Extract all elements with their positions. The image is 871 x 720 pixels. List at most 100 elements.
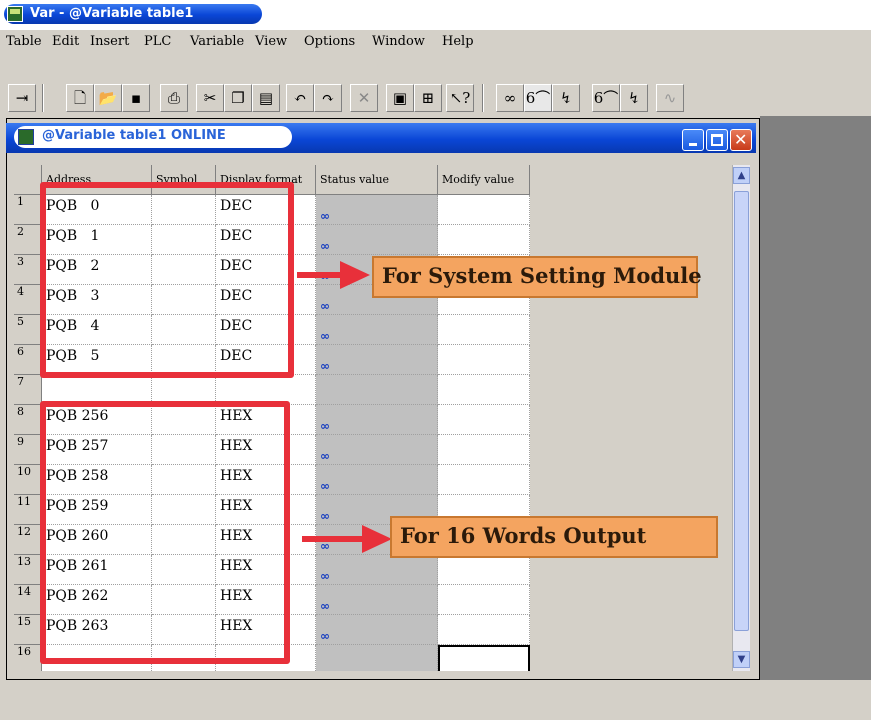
open-icon[interactable]: 📂 [94,84,122,112]
disabled-icon: ∿ [656,84,684,112]
glasses-icon: ∞ [320,629,330,643]
row-number[interactable]: 4 [14,285,42,315]
highlight-box-system [40,182,294,378]
modify-cell[interactable] [438,555,530,585]
status-cell[interactable]: ∞ [316,435,438,465]
glasses-icon[interactable]: ∞ [496,84,524,112]
delete-icon[interactable]: ✕ [350,84,378,112]
glasses-icon: ∞ [320,479,330,493]
print-icon[interactable]: ⎙ [160,84,188,112]
toolbar: ⇥ 🗋 📂 ▪ ⎙ ✂ ❐ ▤ ↶ ↷ ✕ ▣ ⊞ ↖? ∞ 6⌒ ↯ 6⌒ ↯… [0,54,871,116]
modify-cell[interactable] [438,585,530,615]
paste-icon[interactable]: ▤ [252,84,280,112]
copy-icon[interactable]: ❐ [224,84,252,112]
row-number[interactable]: 12 [14,525,42,555]
menu-variable[interactable]: Variable [190,34,244,49]
glasses-icon: ∞ [320,359,330,373]
row-number[interactable]: 6 [14,345,42,375]
modify-trigger-icon[interactable]: ↯ [620,84,648,112]
redo-icon[interactable]: ↷ [314,84,342,112]
row-number[interactable]: 3 [14,255,42,285]
arrow-output [302,536,364,542]
modify-cell[interactable] [438,435,530,465]
menu-table[interactable]: Table [6,34,42,49]
glasses-icon: ∞ [320,449,330,463]
cut-icon[interactable]: ✂ [196,84,224,112]
status-cell[interactable]: ∞ [316,405,438,435]
status-cell[interactable] [316,645,438,671]
glasses-icon: ∞ [320,299,330,313]
menu-insert[interactable]: Insert [90,34,129,49]
highlight-box-output [40,401,290,664]
menu-plc[interactable]: PLC [144,34,171,49]
row-number[interactable]: 1 [14,195,42,225]
row-number[interactable]: 8 [14,405,42,435]
undo-icon[interactable]: ↶ [286,84,314,112]
menu-options[interactable]: Options [304,34,355,49]
modify-cell[interactable] [438,195,530,225]
modify-cell[interactable] [438,405,530,435]
help-cursor-icon[interactable]: ↖? [446,84,474,112]
status-cell[interactable]: ∞ [316,555,438,585]
vertical-scrollbar[interactable]: ▲ ▼ [732,165,750,671]
column-header-modify-value[interactable]: Modify value [438,165,530,195]
pin-icon[interactable]: ⇥ [8,84,36,112]
row-number[interactable]: 10 [14,465,42,495]
column-header-status-value[interactable]: Status value [316,165,438,195]
menu-window[interactable]: Window [372,34,425,49]
close-button[interactable]: ✕ [730,129,752,151]
status-cell[interactable] [316,375,438,405]
corner-header [14,165,42,195]
scroll-up-icon[interactable]: ▲ [733,167,750,184]
modify-cell[interactable] [438,375,530,405]
trigger-glasses-icon[interactable]: 6⌒ [592,84,620,112]
modify-cell[interactable] [438,615,530,645]
status-cell[interactable]: ∞ [316,195,438,225]
menu-edit[interactable]: Edit [52,34,79,49]
status-cell[interactable]: ∞ [316,345,438,375]
status-cell[interactable]: ∞ [316,615,438,645]
menu-view[interactable]: View [255,34,287,49]
minimize-button[interactable] [682,129,704,151]
menu-bar: Table Edit Insert PLC Variable View Opti… [0,30,871,54]
status-cell[interactable]: ∞ [316,225,438,255]
row-number[interactable]: 7 [14,375,42,405]
menu-help[interactable]: Help [442,34,474,49]
modify-cell[interactable] [438,465,530,495]
status-cell[interactable]: ∞ [316,585,438,615]
toolbar-separator [482,84,484,112]
trigger-icon[interactable]: 6⌒ [524,84,552,112]
workspace-bottom [0,680,871,720]
network-icon[interactable]: ⊞ [414,84,442,112]
row-number[interactable]: 2 [14,225,42,255]
save-icon[interactable]: ▪ [122,84,150,112]
row-number[interactable]: 9 [14,435,42,465]
row-number[interactable]: 16 [14,645,42,671]
row-number[interactable]: 11 [14,495,42,525]
modify-cell[interactable] [438,345,530,375]
row-number[interactable]: 15 [14,615,42,645]
arrow-head-system [340,261,370,289]
monitor-icon[interactable]: ▣ [386,84,414,112]
child-title-pill: @Variable table1 ONLINE [14,126,292,148]
app-title-pill: Var - @Variable table1 [4,4,262,24]
new-icon[interactable]: 🗋 [66,84,94,112]
modify-cell[interactable] [438,645,530,671]
workspace-background [760,116,871,680]
minimize-icon [689,143,697,146]
row-number[interactable]: 14 [14,585,42,615]
callout-words-output: For 16 Words Output [390,516,718,558]
modify-cell[interactable] [438,315,530,345]
modify-icon[interactable]: ↯ [552,84,580,112]
row-number[interactable]: 13 [14,555,42,585]
row-number[interactable]: 5 [14,315,42,345]
status-cell[interactable]: ∞ [316,315,438,345]
scroll-down-icon[interactable]: ▼ [733,651,750,668]
modify-cell[interactable] [438,225,530,255]
scroll-thumb[interactable] [734,191,749,631]
glasses-icon: ∞ [320,239,330,253]
status-cell[interactable]: ∞ [316,465,438,495]
app-title: Var - @Variable table1 [30,6,194,21]
arrow-system [297,272,341,278]
maximize-button[interactable] [706,129,728,151]
